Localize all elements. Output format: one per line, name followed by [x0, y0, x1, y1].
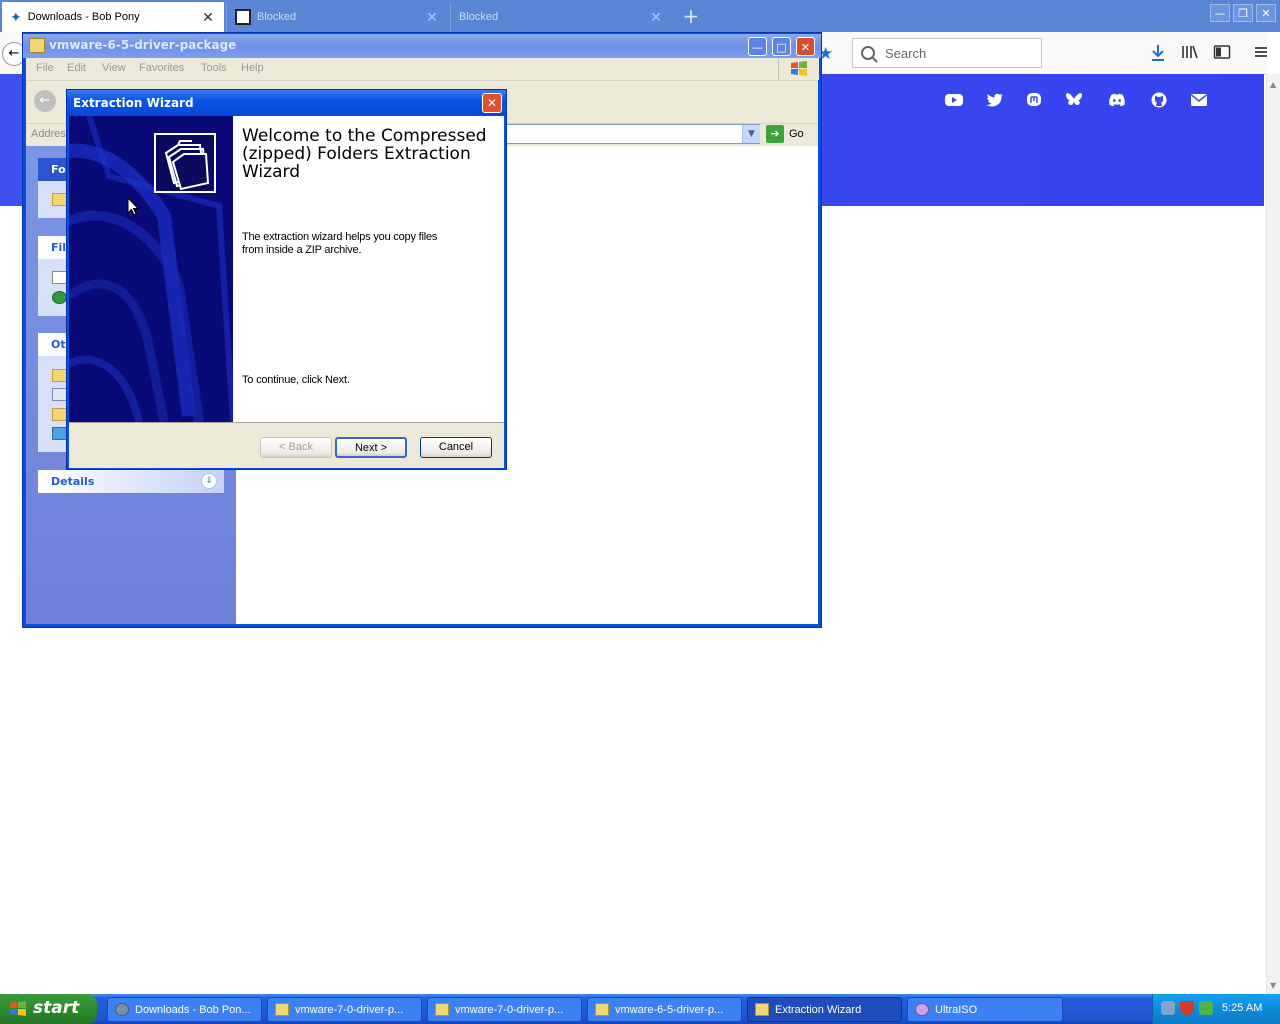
search-input[interactable]: Search — [852, 38, 1042, 68]
folder-icon — [755, 1003, 769, 1016]
bobpony-favicon-icon: ✦ — [10, 8, 22, 25]
search-placeholder: Search — [885, 45, 927, 61]
details-label: Details — [51, 475, 95, 488]
start-label: start — [33, 998, 80, 1018]
hamburger-menu-icon[interactable] — [1252, 44, 1270, 64]
close-tab-icon[interactable]: ✕ — [648, 9, 664, 26]
taskbar-item-label: UltraISO — [935, 1003, 978, 1016]
email-icon[interactable] — [1188, 92, 1210, 108]
zip-folder-icon — [29, 38, 45, 53]
page-scrollbar[interactable]: ▲ ▼ — [1266, 74, 1280, 994]
new-tab-icon[interactable]: + — [678, 4, 704, 28]
taskbar-item-label: Downloads - Bob Pon... — [135, 1003, 251, 1016]
explorer-title: vmware-6-5-driver-package — [49, 38, 237, 52]
network-tray-icon[interactable] — [1161, 1001, 1175, 1015]
web-publish-icon[interactable] — [52, 291, 67, 304]
ultraiso-disc-icon — [915, 1003, 929, 1016]
explorer-maximize-icon[interactable]: □ — [772, 37, 791, 56]
folder-task-icon[interactable] — [52, 193, 67, 206]
bluesky-icon[interactable] — [1063, 92, 1085, 108]
document-icon[interactable] — [52, 271, 67, 284]
explorer-back-icon[interactable]: ← — [34, 90, 56, 112]
chevron-down-icon[interactable]: ⇓ — [201, 473, 217, 489]
taskbar-item-label: Extraction Wizard — [775, 1003, 862, 1016]
folder-icon — [435, 1003, 449, 1016]
windows-flag-icon — [778, 58, 819, 80]
wizard-close-icon[interactable]: ✕ — [482, 93, 502, 113]
explorer-titlebar[interactable]: vmware-6-5-driver-package — [23, 34, 821, 58]
github-icon[interactable] — [1148, 92, 1170, 108]
restore-icon[interactable]: ❐ — [1233, 4, 1253, 22]
minimize-icon[interactable]: — — [1210, 4, 1230, 22]
clock: 5:25 AM — [1222, 1002, 1263, 1014]
close-tab-icon[interactable]: ✕ — [424, 9, 440, 26]
details-header[interactable]: Details — [38, 470, 224, 493]
twitter-icon[interactable] — [984, 92, 1006, 108]
back-button[interactable]: < Back — [260, 437, 332, 458]
shared-folder-icon[interactable] — [52, 408, 67, 421]
chevron-down-icon[interactable]: ▼ — [742, 125, 760, 143]
folder-icon[interactable] — [52, 369, 67, 382]
network-icon[interactable] — [52, 427, 67, 440]
mastodon-icon[interactable] — [1023, 92, 1045, 108]
explorer-minimize-icon[interactable]: — — [748, 37, 767, 56]
wizard-continue-text: To continue, click Next. — [242, 374, 350, 386]
menu-view[interactable]: View — [102, 62, 126, 74]
taskbar-item-vmware-7-0-b[interactable]: vmware-7-0-driver-p... — [427, 997, 582, 1022]
menu-favorites[interactable]: Favorites — [139, 62, 184, 74]
mouse-cursor-icon — [127, 196, 140, 220]
security-shield-icon[interactable] — [1180, 1001, 1194, 1015]
go-button-label[interactable]: Go — [789, 128, 804, 140]
menu-file[interactable]: File — [36, 62, 54, 74]
youtube-icon[interactable] — [943, 92, 965, 108]
wizard-description: The extraction wizard helps you copy fil… — [242, 231, 438, 256]
menu-edit[interactable]: Edit — [67, 62, 86, 74]
tab-blocked-1[interactable]: Blocked ✕ — [226, 2, 448, 32]
zip-folders-icon — [154, 133, 216, 193]
taskbar-item-downloads[interactable]: Downloads - Bob Pon... — [107, 997, 262, 1022]
wizard-title: Extraction Wizard — [73, 96, 194, 110]
wizard-heading: Welcome to the Compressed (zipped) Folde… — [242, 126, 487, 182]
next-button[interactable]: Next > — [335, 437, 407, 458]
firefox-icon — [115, 1003, 129, 1016]
taskbar-item-ultraiso[interactable]: UltraISO — [907, 997, 1063, 1022]
blocked-favicon-icon — [235, 9, 251, 25]
tab-downloads[interactable]: ✦ Downloads - Bob Pony ✕ — [2, 2, 224, 32]
downloads-icon[interactable] — [1149, 44, 1167, 64]
discord-icon[interactable] — [1106, 92, 1128, 108]
other-places-label: Ot — [51, 338, 66, 351]
taskbar-item-label: vmware-7-0-driver-p... — [295, 1003, 404, 1016]
tab-label: Blocked — [257, 11, 297, 23]
menu-help[interactable]: Help — [241, 62, 264, 74]
explorer-close-icon[interactable]: ✕ — [796, 37, 815, 56]
menu-tools[interactable]: Tools — [201, 62, 227, 74]
zip-folder-icon — [275, 1003, 289, 1016]
zip-folder-icon — [595, 1003, 609, 1016]
tab-label: Downloads - Bob Pony — [27, 11, 140, 23]
taskbar-item-label: vmware-7-0-driver-p... — [455, 1003, 564, 1016]
library-icon[interactable] — [1181, 44, 1199, 64]
cancel-button[interactable]: Cancel — [420, 437, 492, 458]
close-tab-icon[interactable]: ✕ — [200, 9, 216, 26]
taskbar-item-extraction-wizard[interactable]: Extraction Wizard — [747, 997, 902, 1022]
taskbar-item-vmware-7-0-a[interactable]: vmware-7-0-driver-p... — [267, 997, 422, 1022]
taskbar-item-vmware-6-5[interactable]: vmware-6-5-driver-p... — [587, 997, 742, 1022]
go-arrow-icon[interactable]: ➜ — [766, 125, 784, 143]
safely-remove-icon[interactable] — [1199, 1001, 1213, 1015]
wizard-titlebar[interactable]: Extraction Wizard — [67, 90, 506, 116]
search-icon — [861, 46, 875, 60]
close-window-icon[interactable]: ✕ — [1256, 4, 1276, 22]
tab-blocked-2[interactable]: Blocked ✕ — [450, 2, 672, 32]
address-field[interactable] — [504, 124, 760, 144]
sidebar-icon[interactable] — [1213, 44, 1231, 64]
tab-label: Blocked — [459, 11, 499, 23]
my-documents-icon[interactable] — [52, 388, 67, 401]
taskbar-item-label: vmware-6-5-driver-p... — [615, 1003, 724, 1016]
windows-logo-icon — [9, 1000, 27, 1018]
